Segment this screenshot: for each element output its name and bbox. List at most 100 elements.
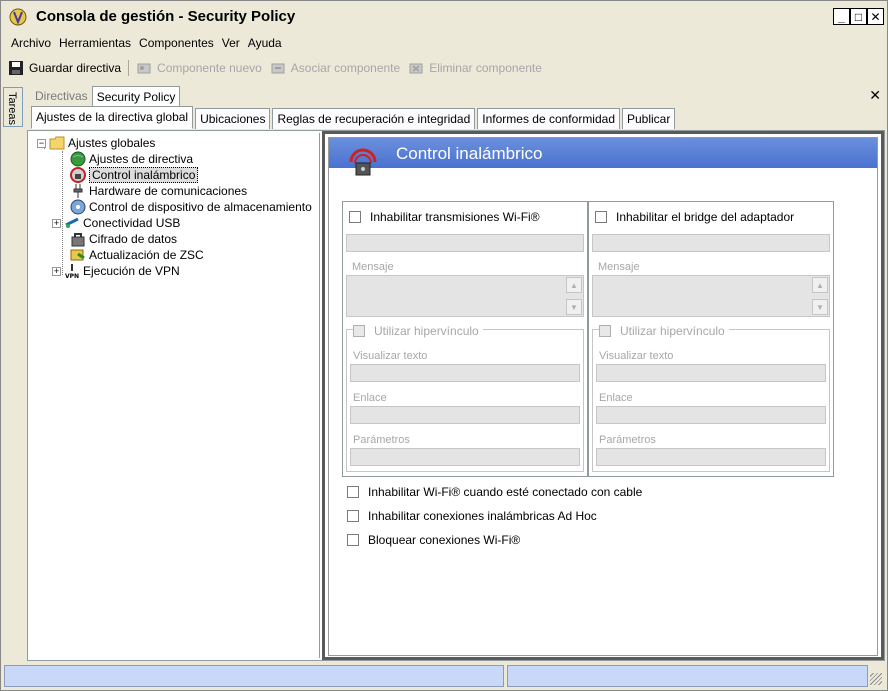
use-hyperlink-checkbox[interactable] — [599, 325, 611, 337]
menu-ver[interactable]: Ver — [218, 36, 244, 50]
resize-grip-icon[interactable] — [870, 673, 882, 685]
settings-tree: − Ajustes globales Ajustes de directiva — [30, 133, 320, 658]
toolbar-separator — [128, 60, 130, 76]
minimize-button[interactable]: _ — [833, 8, 850, 25]
tree-node-global-settings[interactable]: − Ajustes globales — [37, 135, 155, 151]
panel-body: Control inalámbrico Inhabilitar transmis… — [328, 137, 878, 656]
plug-icon — [70, 183, 86, 199]
associate-component-label: Asociar componente — [290, 61, 401, 75]
disable-adapter-bridge-label: Inhabilitar el bridge del adaptador — [616, 210, 795, 224]
save-policy-button[interactable]: Guardar directiva — [4, 57, 125, 79]
status-pane-right — [507, 665, 868, 687]
tasks-side-tab[interactable]: Tareas — [3, 87, 23, 127]
tree-node-label: Control de dispositivo de almacenamiento — [89, 200, 312, 214]
message-textarea[interactable] — [346, 275, 584, 317]
tree-node-usb[interactable]: + Conectividad USB — [52, 215, 180, 231]
tree-node-zsc-update[interactable]: Actualización de ZSC — [70, 247, 204, 263]
disable-wifi-transmissions-checkbox[interactable] — [349, 211, 361, 223]
folder-icon — [49, 135, 65, 151]
menu-bar: Archivo Herramientas Componentes Ver Ayu… — [1, 32, 887, 54]
display-text-label: Visualizar texto — [353, 350, 428, 362]
svg-text:VPN: VPN — [65, 273, 79, 279]
scroll-down-icon[interactable]: ▼ — [566, 299, 582, 315]
tree-node-vpn[interactable]: + VPN Ejecución de VPN — [52, 263, 180, 279]
delete-component-button[interactable]: Eliminar componente — [404, 57, 546, 79]
associate-component-button[interactable]: Asociar componente — [266, 57, 404, 79]
wireless-lock-icon — [70, 167, 86, 183]
collapse-icon[interactable]: − — [37, 138, 46, 148]
adapter-bridge-field[interactable] — [592, 234, 830, 252]
parameters-field[interactable] — [596, 448, 826, 466]
usb-icon — [64, 215, 80, 231]
display-text-field[interactable] — [350, 364, 580, 382]
tab-security-policy[interactable]: Security Policy — [91, 86, 181, 106]
disable-adhoc-checkbox[interactable] — [347, 510, 359, 522]
block-wifi-connections-checkbox[interactable] — [347, 534, 359, 546]
tree-node-wireless-control[interactable]: Control inalámbrico — [70, 167, 199, 183]
encryption-icon — [70, 231, 86, 247]
tab-locations[interactable]: Ubicaciones — [195, 108, 271, 129]
use-hyperlink-option[interactable]: Utilizar hipervínculo — [353, 324, 483, 338]
menu-archivo[interactable]: Archivo — [7, 36, 55, 50]
message-textarea[interactable] — [592, 275, 830, 317]
use-hyperlink-option[interactable]: Utilizar hipervínculo — [599, 324, 729, 338]
scroll-down-icon[interactable]: ▼ — [812, 299, 828, 315]
tab-directivas[interactable]: Directivas — [31, 86, 92, 106]
tab-global-settings[interactable]: Ajustes de la directiva global — [31, 106, 194, 129]
disable-wifi-transmissions-label: Inhabilitar transmisiones Wi-Fi® — [370, 210, 540, 224]
message-label: Mensaje — [352, 261, 394, 273]
link-field[interactable] — [596, 406, 826, 424]
associate-icon — [271, 63, 285, 74]
display-text-label: Visualizar texto — [599, 350, 674, 362]
parameters-label: Parámetros — [353, 434, 410, 446]
tab-publish[interactable]: Publicar — [622, 108, 676, 129]
scroll-up-icon[interactable]: ▲ — [812, 277, 828, 293]
wifi-transmissions-field[interactable] — [346, 234, 584, 252]
vpn-icon: VPN — [64, 263, 80, 279]
tree-node-policy-settings[interactable]: Ajustes de directiva — [70, 151, 193, 167]
toolbar: Guardar directiva Componente nuevo Asoci… — [4, 56, 546, 80]
save-policy-label: Guardar directiva — [29, 61, 122, 75]
link-label: Enlace — [599, 392, 633, 404]
component-icon — [137, 63, 151, 74]
menu-herramientas[interactable]: Herramientas — [55, 36, 135, 50]
tree-node-label: Control inalámbrico — [89, 167, 199, 183]
expand-icon[interactable]: + — [52, 218, 61, 228]
new-component-button[interactable]: Componente nuevo — [132, 57, 266, 79]
status-bar — [4, 665, 884, 687]
policy-page-tabs: Ajustes de la directiva global Ubicacion… — [31, 106, 677, 130]
disable-wifi-transmissions-option[interactable]: Inhabilitar transmisiones Wi-Fi® — [349, 210, 540, 224]
close-document-icon[interactable]: ✕ — [869, 87, 881, 104]
disable-wifi-when-wired-checkbox[interactable] — [347, 486, 359, 498]
scroll-up-icon[interactable]: ▲ — [566, 277, 582, 293]
tab-compliance-reports[interactable]: Informes de conformidad — [477, 108, 620, 129]
tab-recovery-rules[interactable]: Reglas de recuperación e integridad — [272, 108, 476, 129]
parameters-field[interactable] — [350, 448, 580, 466]
close-button[interactable]: ✕ — [867, 8, 884, 25]
wireless-control-panel: Control inalámbrico Inhabilitar transmis… — [322, 131, 884, 660]
block-wifi-connections-label: Bloquear conexiones Wi-Fi® — [368, 533, 521, 547]
tree-node-comm-hardware[interactable]: Hardware de comunicaciones — [70, 183, 247, 199]
disable-wifi-when-wired-label: Inhabilitar Wi-Fi® cuando esté conectado… — [368, 485, 643, 499]
floppy-disk-icon — [9, 61, 23, 75]
message-label: Mensaje — [598, 261, 640, 273]
display-text-field[interactable] — [596, 364, 826, 382]
title-bar[interactable]: Consola de gestión - Security Policy _ □… — [1, 1, 887, 32]
expand-icon[interactable]: + — [52, 266, 61, 276]
link-field[interactable] — [350, 406, 580, 424]
block-wifi-connections-option[interactable]: Bloquear conexiones Wi-Fi® — [347, 533, 520, 547]
use-hyperlink-checkbox[interactable] — [353, 325, 365, 337]
tree-node-label: Ajustes globales — [68, 136, 156, 150]
app-icon — [9, 8, 27, 26]
maximize-button[interactable]: □ — [850, 8, 867, 25]
tree-node-label: Ajustes de directiva — [89, 152, 194, 166]
disable-adapter-bridge-checkbox[interactable] — [595, 211, 607, 223]
tree-node-data-encryption[interactable]: Cifrado de datos — [70, 231, 177, 247]
update-icon — [70, 247, 86, 263]
menu-componentes[interactable]: Componentes — [135, 36, 218, 50]
disable-adapter-bridge-option[interactable]: Inhabilitar el bridge del adaptador — [595, 210, 794, 224]
tree-node-storage-device[interactable]: Control de dispositivo de almacenamiento — [70, 199, 312, 215]
menu-ayuda[interactable]: Ayuda — [244, 36, 286, 50]
disable-wifi-when-wired-option[interactable]: Inhabilitar Wi-Fi® cuando esté conectado… — [347, 485, 642, 499]
disable-adhoc-option[interactable]: Inhabilitar conexiones inalámbricas Ad H… — [347, 509, 597, 523]
